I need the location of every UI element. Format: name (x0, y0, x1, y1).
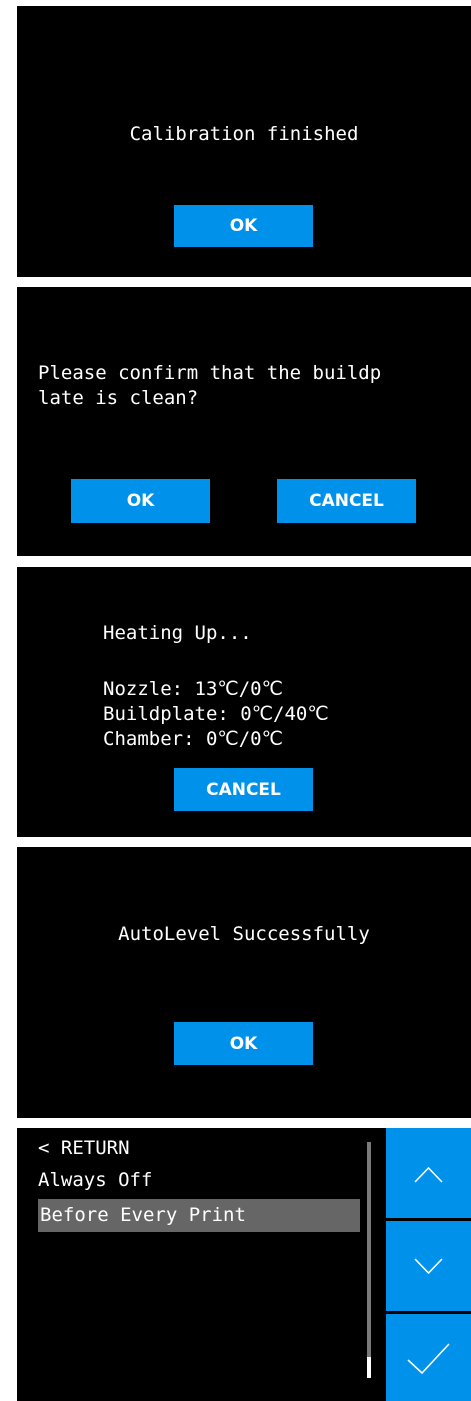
menu-item-always-off[interactable]: Always Off (38, 1164, 360, 1197)
heating-dialog: Heating Up... Nozzle: 13℃/0℃ Buildplate:… (17, 567, 471, 837)
cancel-button[interactable]: CANCEL (174, 768, 313, 811)
scrollbar-track[interactable] (367, 1142, 371, 1378)
menu-item-return[interactable]: < RETURN (38, 1132, 360, 1165)
chevron-down-icon (414, 1258, 443, 1275)
confirm-clean-dialog: Please confirm that the buildp late is c… (17, 287, 471, 556)
option-menu: < RETURN Always Off Before Every Print (17, 1128, 471, 1401)
ok-button[interactable]: OK (174, 1022, 313, 1065)
calibration-dialog: Calibration finished OK (17, 6, 471, 277)
autolevel-message: AutoLevel Successfully (118, 923, 370, 945)
scroll-up-button[interactable] (386, 1128, 471, 1218)
nozzle-temperature: Nozzle: 13℃/0℃ (103, 678, 283, 700)
heating-title: Heating Up... (103, 622, 252, 644)
cancel-button[interactable]: CANCEL (277, 479, 416, 523)
menu-item-before-every-print[interactable]: Before Every Print (38, 1199, 360, 1232)
chamber-temperature: Chamber: 0℃/0℃ (103, 728, 283, 750)
calibration-message: Calibration finished (129, 123, 359, 145)
confirm-clean-message: Please confirm that the buildp late is c… (38, 362, 382, 409)
ok-button[interactable]: OK (71, 479, 210, 523)
scrollbar-thumb[interactable] (367, 1357, 371, 1378)
confirm-button[interactable] (386, 1314, 471, 1401)
checkmark-icon (407, 1343, 450, 1375)
buildplate-temperature: Buildplate: 0℃/40℃ (103, 703, 329, 725)
scroll-down-button[interactable] (386, 1221, 471, 1311)
ok-button[interactable]: OK (174, 205, 313, 247)
chevron-up-icon (414, 1166, 443, 1183)
autolevel-dialog: AutoLevel Successfully OK (17, 847, 471, 1118)
